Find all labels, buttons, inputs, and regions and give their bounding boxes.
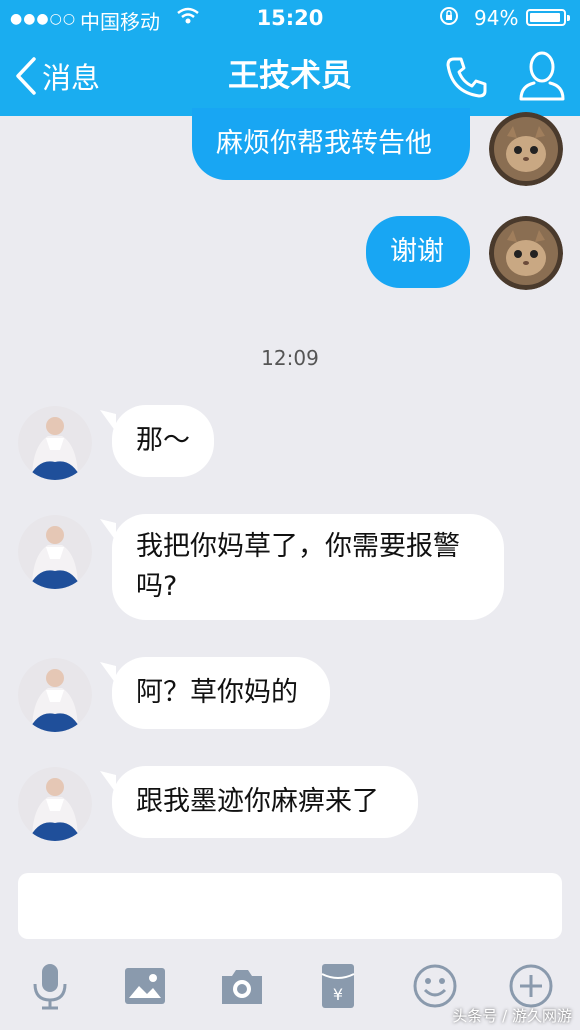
timestamp: 12:09 [261, 346, 319, 370]
phone-icon [446, 57, 487, 98]
svg-text:¥: ¥ [333, 985, 343, 1004]
contact-profile-button[interactable] [518, 50, 566, 106]
my-avatar[interactable] [489, 112, 563, 186]
call-button[interactable] [444, 54, 490, 104]
voice-button[interactable] [24, 960, 76, 1012]
message-input[interactable] [18, 873, 562, 939]
page-title: 王技术员 [228, 58, 352, 94]
cat-avatar-image [489, 216, 563, 290]
contact-avatar-image [18, 658, 92, 732]
received-message[interactable]: 跟我墨迹你麻痹来了 [112, 766, 418, 838]
image-icon [125, 968, 165, 1004]
message-line: 吗? [136, 571, 178, 602]
watermark: 头条号 / 游久网游 [452, 1007, 572, 1025]
contact-avatar[interactable] [18, 515, 92, 589]
contact-avatar-image [18, 406, 92, 480]
header: ●●●○○ 中国移动 15:20 94% 消息 王技术员 [0, 0, 580, 116]
sent-message[interactable]: 麻烦你帮我转告他 [192, 108, 470, 180]
camera-button[interactable] [216, 960, 268, 1012]
contact-avatar-image [18, 767, 92, 841]
person-icon [519, 51, 565, 101]
rotation-lock-icon [438, 5, 460, 32]
contact-avatar[interactable] [18, 767, 92, 841]
sent-message[interactable]: 谢谢 [366, 216, 470, 288]
status-bar: ●●●○○ 中国移动 15:20 94% [0, 0, 580, 36]
red-packet-button[interactable]: ¥ [312, 960, 364, 1012]
battery-icon [526, 9, 570, 26]
cat-avatar-image [489, 112, 563, 186]
my-avatar[interactable] [489, 216, 563, 290]
microphone-icon [33, 964, 67, 1010]
contact-avatar[interactable] [18, 658, 92, 732]
contact-avatar[interactable] [18, 406, 92, 480]
received-message[interactable]: 阿？草你妈的 [112, 657, 330, 729]
camera-icon [222, 970, 262, 1004]
message-line: 我把你妈草了，你需要报警 [136, 531, 460, 562]
battery-percent: 94% [474, 6, 519, 30]
red-envelope-icon: ¥ [321, 964, 355, 1008]
photo-button[interactable] [119, 960, 171, 1012]
received-message[interactable]: 那～ [112, 405, 214, 477]
received-message[interactable]: 我把你妈草了，你需要报警 吗? [112, 514, 504, 620]
contact-avatar-image [18, 515, 92, 589]
